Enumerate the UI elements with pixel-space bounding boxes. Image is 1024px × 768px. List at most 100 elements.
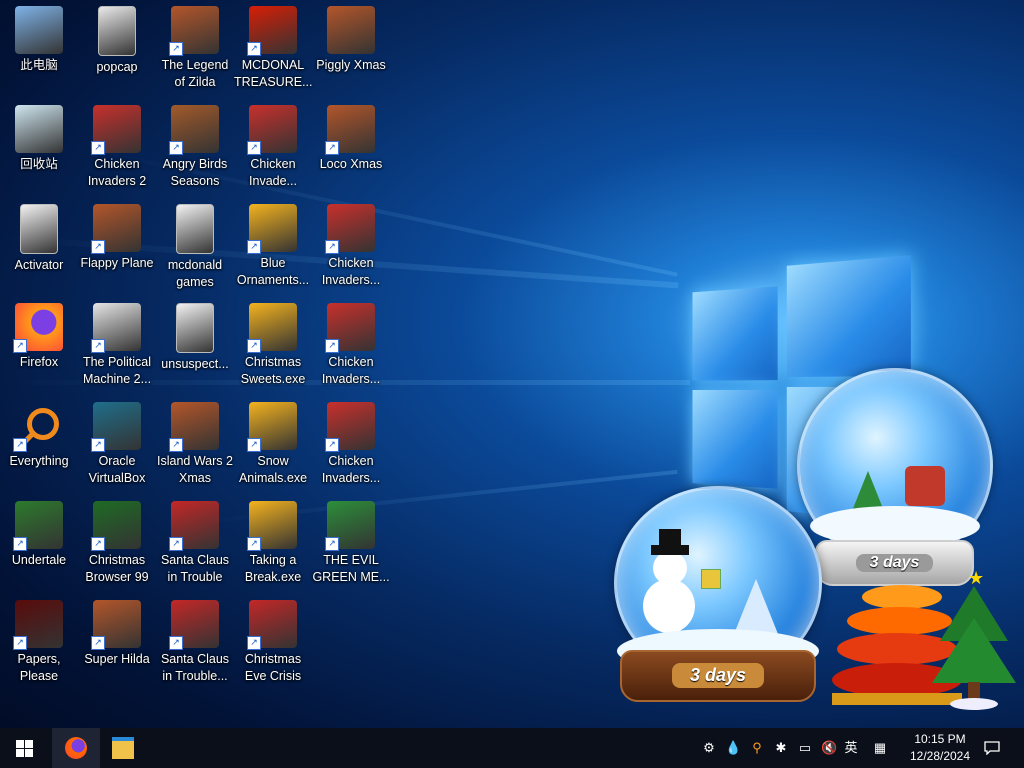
desktop-icon[interactable]: ↗ Christmas Eve Crisis [234,594,312,685]
desktop-icon[interactable]: ↗ Everything [0,396,78,470]
shortcut-arrow-icon: ↗ [247,537,261,551]
ime-indicator[interactable]: 英 [843,740,859,756]
desktop-icon[interactable]: ↗ Papers, Please [0,594,78,685]
shortcut-arrow-icon: ↗ [91,438,105,452]
shortcut-arrow-icon: ↗ [247,636,261,650]
tray-app-icon[interactable]: ⚙ [701,740,717,756]
shortcut-arrow-icon: ↗ [13,636,27,650]
taskbar-firefox-button[interactable] [52,728,100,768]
clock-time: 10:15 PM [914,732,966,746]
shortcut-arrow-icon: ↗ [247,240,261,254]
desktop-icon[interactable]: ↗ Santa Claus in Trouble... [156,594,234,685]
desktop-icon-label: The Political Machine 2... [82,355,152,386]
desktop-icon[interactable]: mcdonald games [156,198,234,291]
shortcut-arrow-icon: ↗ [91,240,105,254]
desktop-icon[interactable]: unsuspect... [156,297,234,373]
desktop-icon[interactable]: ↗ Super Hilda [78,594,156,668]
desktop-icon[interactable]: ↗ Chicken Invade... [234,99,312,190]
chicken-icon: ↗ [247,105,297,155]
desktop-icon[interactable]: ↗ The Political Machine 2... [78,297,156,388]
desktop-icon-label: Chicken Invaders 2 [87,157,147,188]
desktop-icon-label: 回收站 [20,157,58,171]
game-icon [327,6,375,54]
desktop-icon[interactable]: ↗ MCDONAL TREASURE... [234,0,313,91]
shortcut-arrow-icon: ↗ [91,339,105,353]
desktop-icon-label: Snow Animals.exe [238,454,308,485]
desktop-icon-label: Activator [14,258,64,272]
taskbar-explorer-button[interactable] [100,728,146,768]
shortcut-arrow-icon: ↗ [169,42,183,56]
desktop-icon[interactable]: ↗ Chicken Invaders... [312,198,390,289]
tray-search-icon[interactable]: ⚲ [749,740,765,756]
political-icon: ↗ [91,303,141,353]
game-icon: ↗ [169,402,219,452]
desktop-icon[interactable]: ↗ Firefox [0,297,78,371]
network-icon[interactable]: ▭ [797,740,813,756]
file-icon [20,204,58,254]
desktop-icon-label: Papers, Please [17,652,61,683]
desktop-icon[interactable]: 此电脑 [0,0,78,74]
desktop-icon[interactable]: ↗ THE EVIL GREEN ME... [312,495,390,586]
shortcut-arrow-icon: ↗ [91,537,105,551]
desktop-icon[interactable]: ↗ Taking a Break.exe [234,495,312,586]
desktop-icon[interactable]: ↗ Angry Birds Seasons [156,99,234,190]
desktop-icon[interactable]: ↗ Christmas Browser 99 [78,495,156,586]
angry-birds-icon: ↗ [169,105,219,155]
desktop-icon-label: Piggly Xmas [316,58,386,72]
desktop-icon[interactable]: ↗ Loco Xmas [312,99,390,173]
desktop-icon[interactable]: ↗ Chicken Invaders... [312,297,390,388]
desktop-icon[interactable]: ↗ Undertale [0,495,78,569]
desktop-icon[interactable]: ↗ Oracle VirtualBox [78,396,156,487]
desktop[interactable]: 此电脑 popcap ↗ The Legend of Zilda ↗ MCDONAL TR… [0,0,1024,728]
tray-drop-icon[interactable]: 💧 [725,740,741,756]
shortcut-arrow-icon: ↗ [325,339,339,353]
desktop-icon-label: Chicken Invaders... [321,256,381,287]
desktop-icon-label: popcap [96,60,138,74]
keyboard-grid-icon[interactable]: ▦ [872,740,888,756]
desktop-icon[interactable]: ↗ Chicken Invaders 2 [78,99,156,190]
desktop-icon[interactable]: ↗ Flappy Plane [78,198,156,272]
clock[interactable]: 10:15 PM 12/28/2024 [900,731,980,765]
puzzle-icon: ↗ [247,501,297,551]
desktop-icon[interactable]: ↗ Santa Claus in Trouble [156,495,234,586]
desktop-icon-label: Taking a Break.exe [244,553,302,584]
desktop-icon[interactable]: ↗ Snow Animals.exe [234,396,312,487]
desktop-icon[interactable]: popcap [78,0,156,76]
shortcut-arrow-icon: ↗ [325,537,339,551]
desktop-icon-label: mcdonald games [167,258,223,289]
desktop-icon[interactable]: ↗ Chicken Invaders... [312,396,390,487]
recycle-bin-icon [15,105,63,153]
game-icon: ↗ [91,204,141,254]
game-icon: ↗ [169,6,219,56]
desktop-icon-label: Chicken Invaders... [321,355,381,386]
desktop-icon[interactable]: Piggly Xmas [312,0,390,74]
shortcut-arrow-icon: ↗ [325,240,339,254]
desktop-icon-label: Christmas Eve Crisis [244,652,302,683]
shortcut-arrow-icon: ↗ [91,636,105,650]
shortcut-arrow-icon: ↗ [13,537,27,551]
undertale-icon: ↗ [13,501,63,551]
desktop-icon[interactable]: ↗ Christmas Sweets.exe [234,297,312,388]
puzzle-icon: ↗ [247,204,297,254]
desktop-icon-label: Loco Xmas [319,157,383,171]
puzzle-icon: ↗ [247,402,297,452]
desktop-icon[interactable]: Activator [0,198,78,274]
desktop-icon-label: unsuspect... [161,357,229,371]
game-icon: ↗ [91,600,141,650]
notification-icon [984,741,1000,755]
start-button[interactable] [0,728,48,768]
desktop-icon-label: The Legend of Zilda [161,58,229,89]
desktop-icon-label: Super Hilda [84,652,150,666]
desktop-icon-label: Santa Claus in Trouble... [160,652,230,683]
desktop-icon-label: Chicken Invade... [249,157,297,188]
shortcut-arrow-icon: ↗ [247,42,261,56]
tray-snowflake-icon[interactable]: ✱ [773,740,789,756]
desktop-icon[interactable]: ↗ Blue Ornaments... [234,198,312,289]
desktop-icon[interactable]: ↗ Island Wars 2 Xmas [156,396,234,487]
desktop-icon-label: Flappy Plane [80,256,154,270]
desktop-icon[interactable]: ↗ The Legend of Zilda [156,0,234,91]
action-center-button[interactable] [978,728,1006,768]
volume-muted-icon[interactable]: 🔇 [821,740,837,756]
desktop-icon[interactable]: 回收站 [0,99,78,173]
firefox-icon: ↗ [13,303,63,353]
